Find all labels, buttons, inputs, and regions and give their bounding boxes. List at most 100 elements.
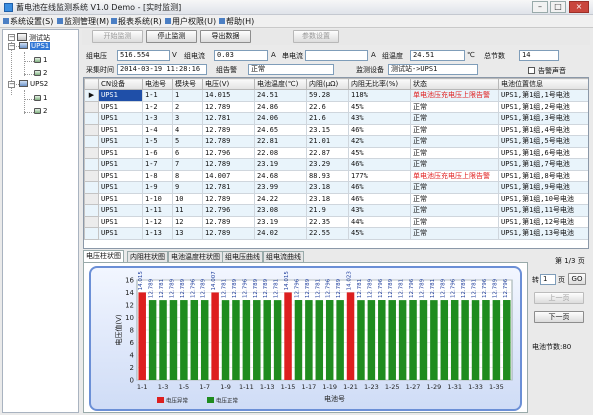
table-row[interactable]: UPS1 1-4 4 12.789 24.65 23.15 46% 正常 UPS1,第1组,4号… [84,123,588,136]
collapse-toggle-icon[interactable]: − [8,81,15,88]
table-cell[interactable]: 12 [172,215,203,228]
table-cell[interactable]: 13 [172,227,203,240]
parameter-settings-button[interactable]: 参数设置 [293,30,339,43]
table-cell[interactable]: UPS1 [98,89,143,102]
table-cell[interactable]: 12.789 [202,135,255,148]
table-cell[interactable]: 12.789 [202,158,255,171]
table-cell[interactable]: 1-12 [142,215,173,228]
table-cell[interactable]: UPS1,第1组,12号电池 [498,215,588,228]
table-cell[interactable]: 12.781 [202,181,255,194]
row-header[interactable] [84,100,99,113]
table-cell[interactable]: UPS1,第1组,4号电池 [498,123,588,136]
prev-page-button[interactable]: 上一页 [534,292,584,304]
column-header[interactable]: 电压(V) [202,78,255,90]
row-header[interactable] [84,169,99,182]
table-row[interactable]: UPS1 1-3 3 12.781 24.06 21.6 43% 正常 UPS1,第1组,3号电… [84,112,588,125]
table-cell[interactable]: 23.19 [254,158,307,171]
row-header[interactable] [84,215,99,228]
table-cell[interactable]: 5 [172,135,203,148]
table-cell[interactable]: 8 [172,169,203,182]
table-cell[interactable]: 23.18 [306,192,349,205]
column-header[interactable]: 模块号 [172,78,203,90]
table-cell[interactable]: 1-1 [142,89,173,102]
table-cell[interactable]: UPS1,第1组,9号电池 [498,181,588,194]
table-cell[interactable]: 88.93 [306,169,349,182]
tree-leaf[interactable]: 1 [34,94,47,102]
row-header[interactable] [84,158,99,171]
table-cell[interactable]: UPS1,第1组,13号电池 [498,227,588,240]
table-cell[interactable]: 6 [172,146,203,159]
table-row[interactable]: UPS1 1-13 13 12.789 24.02 22.55 45% 正常 UPS1,第1组,… [84,227,588,240]
table-cell[interactable]: 1-13 [142,227,173,240]
row-header[interactable] [84,112,99,125]
column-header[interactable]: 内阻(μΩ) [306,78,349,90]
table-cell[interactable]: 1 [172,89,203,102]
column-header[interactable]: 电池号 [142,78,173,90]
stop-monitor-button[interactable]: 停止监测 [146,30,197,43]
table-cell[interactable]: 正常 [410,123,499,136]
table-cell[interactable]: 14.015 [202,89,255,102]
menu-monitor-management[interactable]: 监测管理(M) [57,16,109,27]
tree-node-ups2[interactable]: UPS2 [19,80,48,88]
table-row[interactable]: UPS1 1-11 11 12.796 23.08 21.9 43% 正常 UPS1,第1组,1… [84,204,588,217]
table-cell[interactable]: 12.789 [202,100,255,113]
close-button[interactable]: × [569,1,589,13]
table-cell[interactable]: UPS1 [98,112,143,125]
table-cell[interactable]: 45% [348,100,411,113]
table-cell[interactable]: 1-4 [142,123,173,136]
table-cell[interactable]: 22.08 [254,146,307,159]
table-cell[interactable]: 1-8 [142,169,173,182]
table-cell[interactable]: 12.796 [202,146,255,159]
table-cell[interactable]: 11 [172,204,203,217]
table-cell[interactable]: 正常 [410,135,499,148]
table-cell[interactable]: UPS1 [98,204,143,217]
table-cell[interactable]: 12.789 [202,215,255,228]
collapse-toggle-icon[interactable]: − [8,43,15,50]
table-cell[interactable]: 23.99 [254,181,307,194]
table-cell[interactable]: 22.55 [306,227,349,240]
table-cell[interactable]: 1-6 [142,146,173,159]
column-header[interactable]: CN设备 [98,78,143,90]
current-row-arrow-icon[interactable]: ▶ [84,89,99,102]
table-cell[interactable]: 1-5 [142,135,173,148]
table-row[interactable]: UPS1 1-8 8 14.007 24.68 88.93 177% 单电池压充电压上限告警 U… [84,169,588,182]
table-cell[interactable]: 22.87 [306,146,349,159]
table-cell[interactable]: UPS1,第1组,6号电池 [498,146,588,159]
table-cell[interactable]: 正常 [410,158,499,171]
table-cell[interactable]: 12.796 [202,204,255,217]
column-header[interactable]: 状态 [410,78,499,90]
table-cell[interactable]: UPS1 [98,215,143,228]
maximize-button[interactable]: □ [550,1,566,13]
table-cell[interactable]: 21.9 [306,204,349,217]
table-row[interactable]: ▶ UPS1 1-1 1 14.015 24.51 59.28 118% 单电池压充电压上限告警… [84,89,588,102]
export-data-button[interactable]: 导出数据 [200,30,251,43]
table-cell[interactable]: 46% [348,158,411,171]
table-cell[interactable]: 1-2 [142,100,173,113]
table-cell[interactable]: 正常 [410,192,499,205]
table-cell[interactable]: 12.789 [202,123,255,136]
table-row[interactable]: UPS1 1-7 7 12.789 23.19 23.29 46% 正常 UPS1,第1组,7号… [84,158,588,171]
table-cell[interactable]: 2 [172,100,203,113]
table-cell[interactable]: UPS1 [98,227,143,240]
table-cell[interactable]: 23.18 [306,181,349,194]
table-cell[interactable]: 42% [348,135,411,148]
next-page-button[interactable]: 下一页 [534,311,584,323]
table-cell[interactable]: 1-3 [142,112,173,125]
row-header[interactable] [84,146,99,159]
table-cell[interactable]: 118% [348,89,411,102]
row-header[interactable] [84,123,99,136]
battery-data-grid[interactable]: CN设备 电池号 模块号 电压(V) 电池温度(℃) 内阻(μΩ) 内阻无比率(%) 状态 电池… [83,77,589,249]
menu-help[interactable]: 帮助(H) [219,16,254,27]
table-cell[interactable]: 22.35 [306,215,349,228]
table-row[interactable]: UPS1 1-6 6 12.796 22.08 22.87 45% 正常 UPS1,第1组,6号… [84,146,588,159]
column-header[interactable]: 内阻无比率(%) [348,78,411,90]
table-cell[interactable]: 24.22 [254,192,307,205]
table-cell[interactable]: 22.81 [254,135,307,148]
table-cell[interactable]: 正常 [410,146,499,159]
table-cell[interactable]: 4 [172,123,203,136]
alarm-sound-checkbox[interactable] [528,67,535,74]
table-cell[interactable]: 45% [348,227,411,240]
tree-leaf[interactable]: 1 [34,56,47,64]
table-cell[interactable]: 1-10 [142,192,173,205]
table-cell[interactable]: 177% [348,169,411,182]
